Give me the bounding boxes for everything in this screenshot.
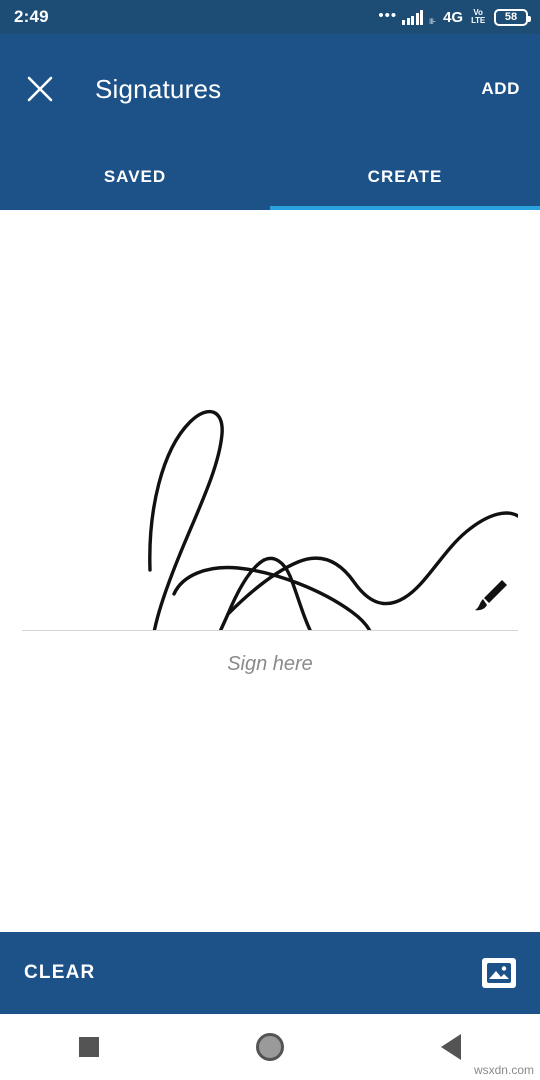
tab-bar: SAVED CREATE: [0, 144, 540, 210]
app-bar: Signatures ADD: [0, 34, 540, 144]
triangle-back-icon[interactable]: [441, 1034, 462, 1060]
square-recents-icon[interactable]: [78, 1037, 99, 1057]
clear-button[interactable]: CLEAR: [24, 962, 95, 984]
brush-icon[interactable]: [468, 574, 508, 614]
bottom-action-bar: CLEAR: [0, 932, 540, 1014]
more-dots-icon: •••: [378, 6, 398, 24]
tab-saved[interactable]: SAVED: [0, 144, 270, 210]
close-icon[interactable]: [18, 67, 62, 111]
signal-bars-icon: [402, 9, 424, 25]
add-button[interactable]: ADD: [479, 69, 522, 109]
sign-here-hint: Sign here: [227, 653, 313, 675]
network-type-label: 4G: [443, 8, 464, 26]
page-title: Signatures: [95, 73, 222, 104]
volte-icon: Vo LTE: [471, 9, 485, 25]
app-screen: 2:49 ••• ⊪ 4G Vo LTE 58 Signatures ADD S…: [0, 0, 540, 1080]
circle-home-icon[interactable]: [255, 1033, 284, 1061]
content-area: Sign here: [0, 210, 540, 932]
battery-percent: 58: [504, 10, 518, 23]
signature-canvas[interactable]: [22, 210, 518, 630]
signal-sub-icon: ⊪: [429, 16, 437, 26]
image-picker-icon[interactable]: [482, 958, 516, 988]
watermark-label: wsxdn.com: [473, 1063, 534, 1077]
status-time: 2:49: [14, 7, 49, 26]
status-bar: 2:49 ••• ⊪ 4G Vo LTE 58: [0, 0, 540, 34]
tab-create[interactable]: CREATE: [270, 144, 540, 210]
volte-line-2: LTE: [471, 16, 485, 25]
status-icons: ••• ⊪ 4G Vo LTE 58: [378, 6, 531, 26]
system-nav-bar: wsxdn.com: [0, 1014, 540, 1080]
battery-icon: 58: [494, 8, 531, 26]
signature-baseline: [22, 630, 518, 631]
signature-ink: [148, 409, 518, 630]
